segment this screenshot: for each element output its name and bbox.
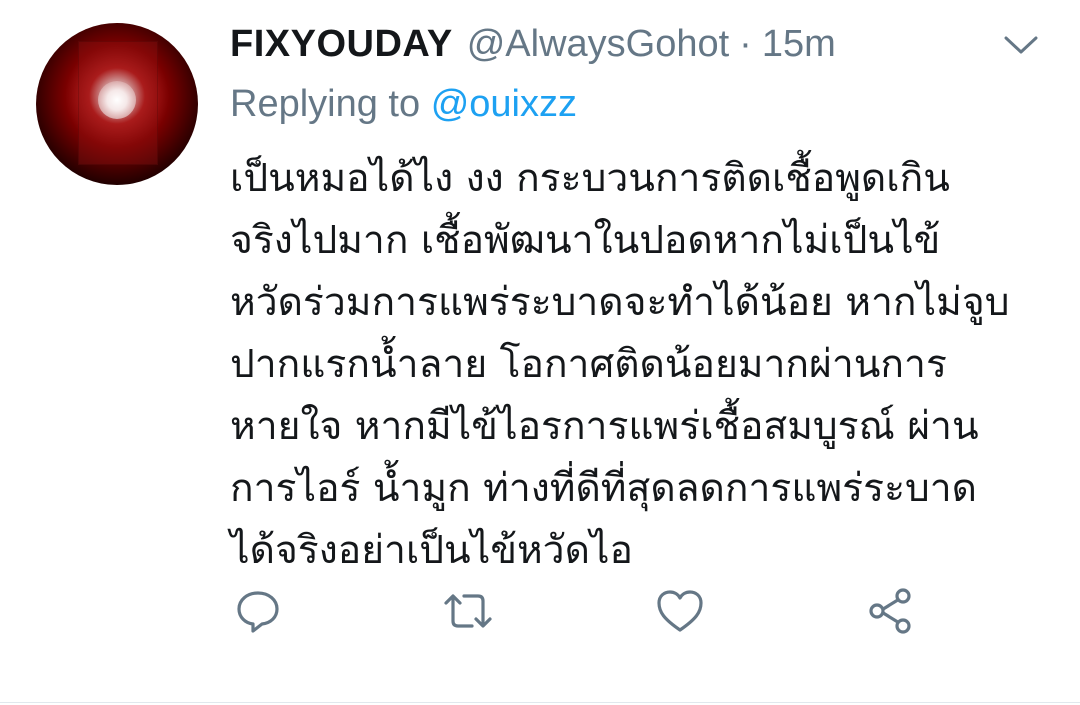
separator-dot: ·: [739, 23, 752, 65]
display-name[interactable]: FIXYOUDAY: [230, 18, 453, 70]
avatar-light: [98, 81, 136, 119]
tweet-text-line: ได้จริงอย่าเป็นไข้หวัดไอ: [230, 528, 633, 573]
like-icon: [655, 587, 705, 639]
action-bar: [0, 585, 1080, 641]
reply-button[interactable]: [230, 585, 286, 641]
tweet-text-line: การไอร์ น้ำมูก ท่างที่ดีที่สุดลดการแพร่ร…: [230, 466, 977, 511]
tweet-text-line: ปากแรกน้ำลาย โอกาศติดน้อยมากผ่านการ: [230, 342, 947, 387]
tweet-text: เป็นหมอได้ไง งง กระบวนการติดเชื้อพูดเกิน…: [230, 148, 1060, 582]
retweet-icon: [440, 587, 496, 639]
like-button[interactable]: [652, 585, 708, 641]
retweet-button[interactable]: [440, 585, 496, 641]
timestamp[interactable]: 15m: [762, 18, 836, 70]
replying-to-label: Replying to: [230, 83, 421, 125]
chevron-down-icon[interactable]: [1000, 28, 1042, 62]
user-handle[interactable]: @AlwaysGohot: [467, 18, 729, 70]
replying-to-handle[interactable]: @ouixzz: [431, 83, 577, 125]
share-button[interactable]: [862, 585, 918, 641]
tweet-text-line: หายใจ หากมีไข้ไอรการแพร่เชื้อสมบูรณ์ ผ่า…: [230, 404, 979, 449]
share-icon: [865, 586, 915, 640]
avatar[interactable]: [36, 23, 198, 185]
replying-to: Replying to @ouixzz: [230, 78, 577, 130]
tweet-text-line: หวัดร่วมการแพร่ระบาดจะทำได้น้อย หากไม่จู…: [230, 280, 1010, 325]
tweet-header: FIXYOUDAY @AlwaysGohot · 15m: [230, 18, 836, 70]
tweet-divider: [0, 702, 1080, 703]
tweet-text-line: จริงไปมาก เชื้อพัฒนาในปอดหากไม่เป็นไข้: [230, 218, 941, 263]
reply-icon: [234, 587, 282, 639]
tweet-text-line: เป็นหมอได้ไง งง กระบวนการติดเชื้อพูดเกิน: [230, 156, 950, 201]
